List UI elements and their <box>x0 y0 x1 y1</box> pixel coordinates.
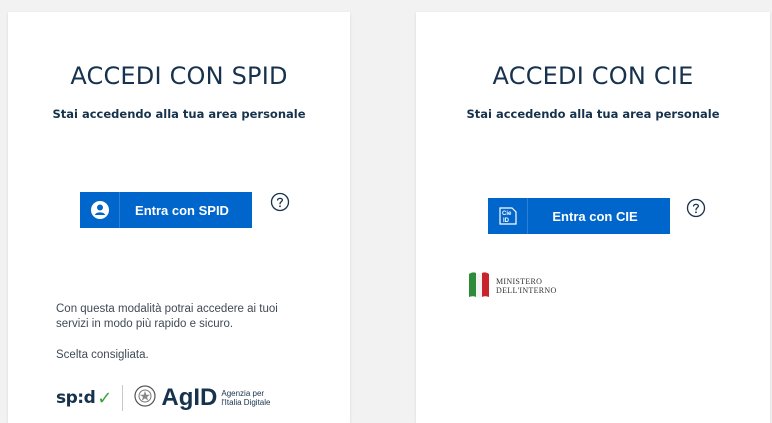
cie-badge-bottom: ID <box>503 218 510 224</box>
agid-subtitle: Agenzia per l'Italia Digitale <box>221 389 271 407</box>
agid-logo: AgID <box>161 384 218 411</box>
italian-flag-icon <box>468 270 490 302</box>
ministero-text: MINISTERO DELL'INTERNO <box>496 277 557 295</box>
cie-help-icon[interactable] <box>686 198 706 218</box>
cie-button-label: Entra con CIE <box>552 208 638 224</box>
spid-logo: sp:d <box>56 388 96 408</box>
spid-card-subtitle: Stai accedendo alla tua area personale <box>52 107 306 121</box>
cie-card-subtitle: Stai accedendo alla tua area personale <box>466 107 720 121</box>
entra-con-cie-button[interactable]: Cie ID Entra con CIE <box>488 198 670 234</box>
emblem-icon <box>133 384 157 412</box>
logo-divider <box>122 385 124 411</box>
spid-agid-logos: sp:d ✓ AgID Agenzia per l'Italia Digital… <box>56 384 281 412</box>
spid-recommended-text: Scelta consigliata. <box>56 349 149 361</box>
user-icon <box>80 192 120 228</box>
spid-help-icon[interactable] <box>270 192 290 212</box>
cie-login-card: ACCEDI CON CIE Stai accedendo alla tua a… <box>416 12 770 423</box>
spid-info-text: Con questa modalità potrai accedere ai t… <box>56 303 278 330</box>
cie-id-icon: Cie ID <box>488 198 528 234</box>
spid-check-icon: ✓ <box>97 387 113 409</box>
spid-login-card: ACCEDI CON SPID Stai accedendo alla tua … <box>8 12 350 423</box>
spid-card-title: ACCEDI CON SPID <box>70 62 288 90</box>
ministero-logo: MINISTERO DELL'INTERNO <box>468 270 566 302</box>
cie-card-title: ACCEDI CON CIE <box>492 62 694 90</box>
cie-badge-top: Cie <box>502 211 512 217</box>
entra-con-spid-button[interactable]: Entra con SPID <box>80 192 252 228</box>
spid-button-label: Entra con SPID <box>135 202 229 218</box>
